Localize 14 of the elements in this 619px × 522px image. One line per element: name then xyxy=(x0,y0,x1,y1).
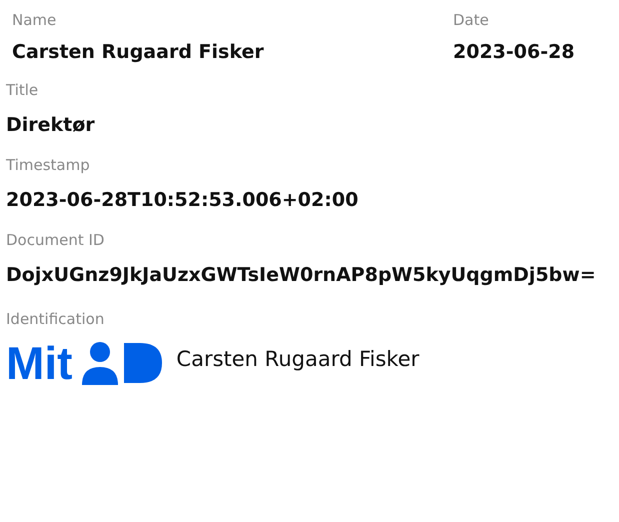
name-value: Carsten Rugaard Fisker xyxy=(12,40,265,65)
field-value: 2023-06-28T10:52:53.006+02:00 xyxy=(6,188,360,213)
logo-text: Mit xyxy=(6,341,72,385)
date-label: Date xyxy=(453,10,490,31)
field-label: Document ID xyxy=(6,230,106,251)
date-value: 2023-06-28 xyxy=(453,40,576,65)
identification-label: Identification xyxy=(6,309,106,330)
field-value: DojxUGnz9JkJaUzxGWTsIeW0rnAP8pW5kyUqgmDj5bw= xyxy=(6,263,596,288)
field-label: Timestamp xyxy=(6,155,91,176)
name-label: Name xyxy=(12,10,58,31)
field-label: Title xyxy=(6,80,40,101)
signer-name: Carsten Rugaard Fisker xyxy=(176,347,420,371)
field-value: Direktør xyxy=(6,113,96,138)
person-id-logo-icon xyxy=(80,341,164,385)
